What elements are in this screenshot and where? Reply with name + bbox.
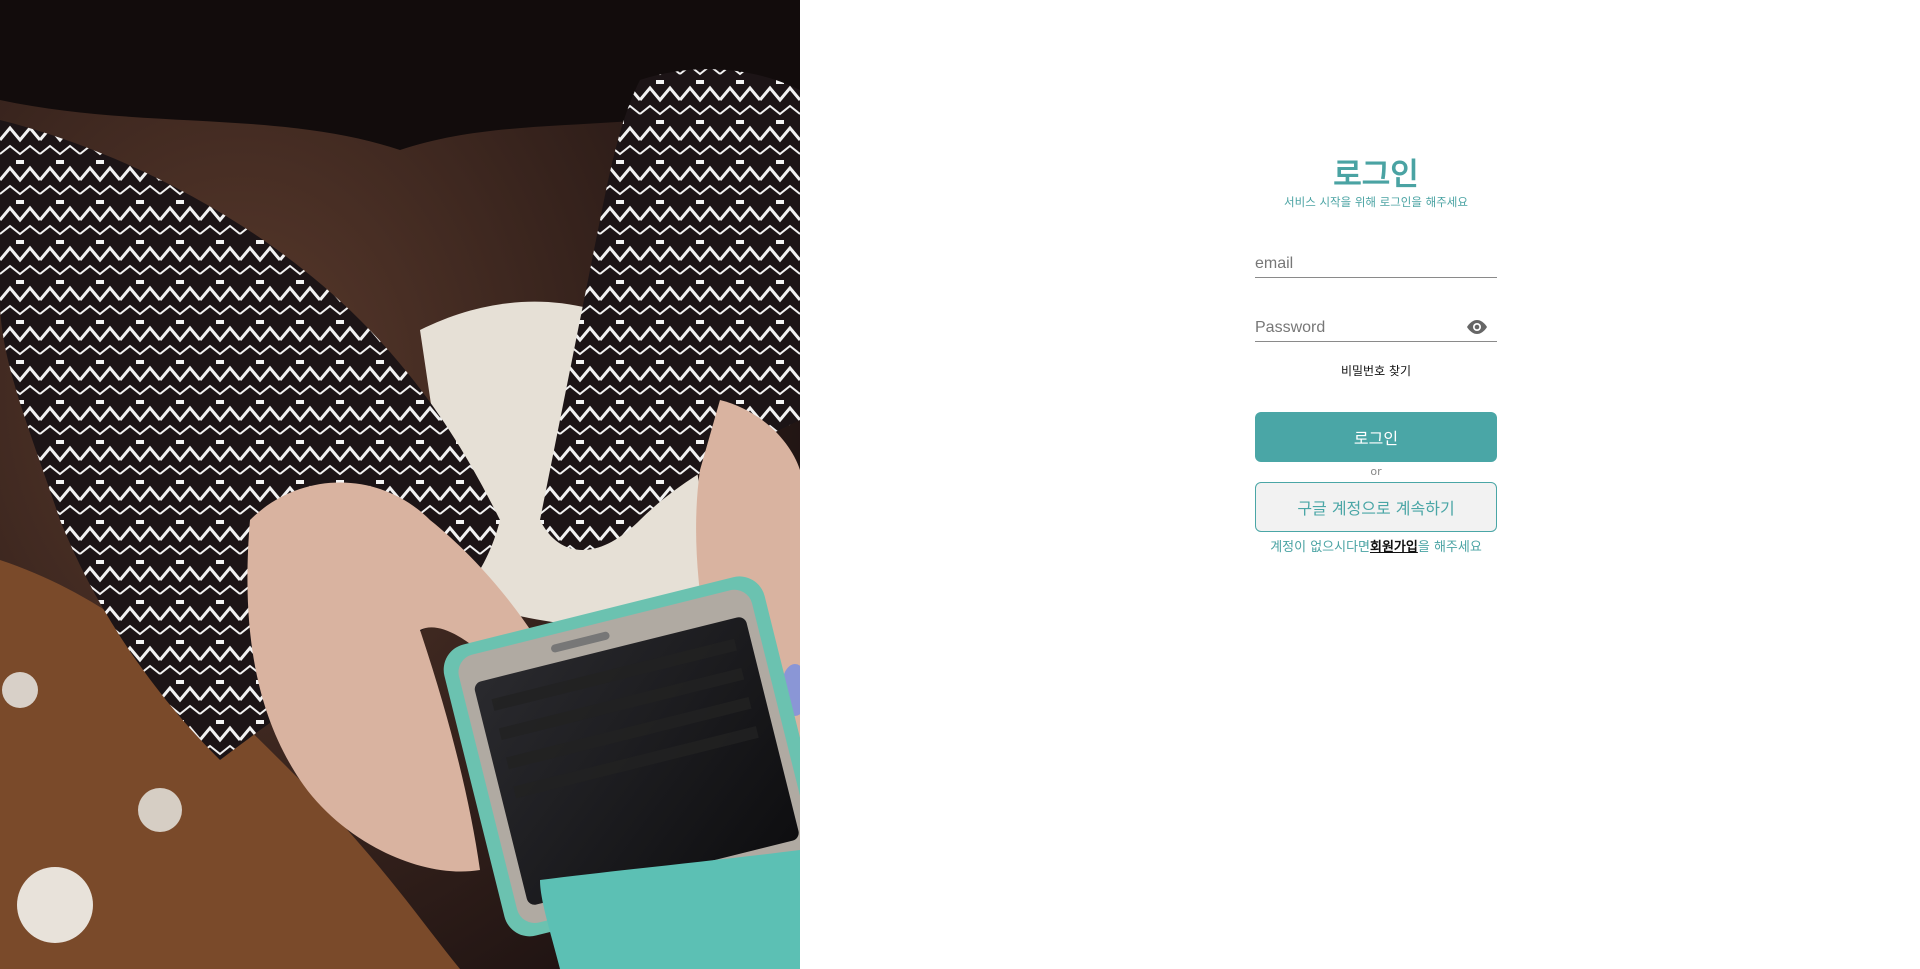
page-title: 로그인 [1333, 157, 1419, 193]
login-form-panel: 로그인 서비스 시작을 위해 로그인을 해주세요 비밀번호 찾기 로그인 or [800, 0, 1920, 969]
login-form: 로그인 서비스 시작을 위해 로그인을 해주세요 비밀번호 찾기 로그인 or [1255, 155, 1497, 557]
hero-photo [0, 0, 800, 969]
forgot-password-link[interactable]: 비밀번호 찾기 [1255, 363, 1497, 379]
password-field-wrapper [1255, 311, 1497, 342]
signup-prompt: 계정이 없으시다면회원가입을 해주세요 [1255, 539, 1497, 557]
signup-link[interactable]: 회원가입 [1370, 540, 1418, 555]
or-divider: or [1370, 465, 1382, 478]
email-field[interactable] [1255, 255, 1455, 273]
login-button[interactable]: 로그인 [1255, 412, 1497, 462]
google-login-button[interactable]: 구글 계정으로 계속하기 [1255, 482, 1497, 532]
password-field[interactable] [1255, 319, 1455, 337]
page-subtitle: 서비스 시작을 위해 로그인을 해주세요 [1284, 195, 1468, 209]
signup-prefix-text: 계정이 없으시다면 [1270, 540, 1371, 555]
photo-hands-holding-phone [0, 0, 800, 969]
email-field-wrapper [1255, 247, 1497, 278]
eye-icon[interactable] [1465, 318, 1489, 336]
login-page: 로그인 서비스 시작을 위해 로그인을 해주세요 비밀번호 찾기 로그인 or [0, 0, 1920, 969]
signup-suffix-text: 을 해주세요 [1417, 540, 1482, 555]
